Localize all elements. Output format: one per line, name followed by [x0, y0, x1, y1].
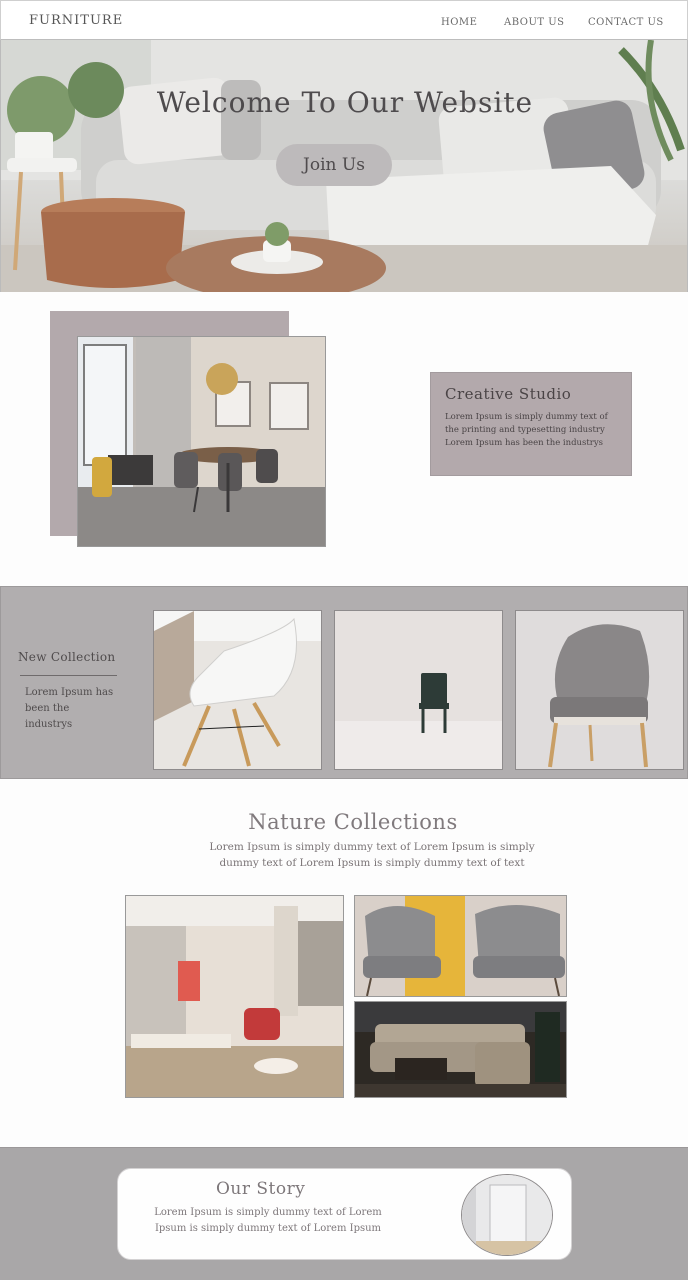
- sectional-sofa-photo[interactable]: [354, 1001, 567, 1098]
- nav-link-about-us[interactable]: ABOUT US: [504, 17, 565, 28]
- story-card: Our Story Lorem Ipsum is simply dummy te…: [117, 1168, 572, 1260]
- grey-armchair-photo[interactable]: [515, 610, 684, 770]
- nav-link-home[interactable]: HOME: [441, 17, 477, 28]
- story-title: Our Story: [216, 1179, 306, 1199]
- collection-title: New Collection: [18, 650, 116, 664]
- dining-room-photo: [77, 336, 326, 547]
- white-chair-photo[interactable]: [153, 610, 322, 770]
- nav-link-contact-us[interactable]: CONTACT US: [588, 17, 664, 28]
- studio-text: Lorem Ipsum is simply dummy text of the …: [445, 412, 608, 448]
- studio-title: Creative Studio: [445, 385, 572, 403]
- hero-banner: Welcome To Our Website Join Us: [0, 40, 688, 292]
- creative-studio-card: Creative Studio Lorem Ipsum is simply du…: [430, 372, 632, 476]
- new-collection-section: New Collection Lorem Ipsum has been the …: [0, 586, 688, 779]
- story-text: Lorem Ipsum is simply dummy text of Lore…: [154, 1207, 382, 1234]
- collection-text: Lorem Ipsum has been the industrys: [25, 687, 114, 730]
- our-story-section: Our Story Lorem Ipsum is simply dummy te…: [0, 1147, 688, 1280]
- top-nav: FURNITURE HOME ABOUT US CONTACT US: [0, 0, 688, 40]
- nature-title: Nature Collections: [248, 810, 458, 834]
- living-room-red-chair-photo[interactable]: [125, 895, 344, 1098]
- hallway-photo: [461, 1174, 553, 1256]
- armchairs-yellow-wall-photo[interactable]: [354, 895, 567, 997]
- brand-logo[interactable]: FURNITURE: [29, 13, 123, 28]
- hero-title: Welcome To Our Website: [156, 86, 534, 119]
- join-us-button[interactable]: Join Us: [276, 144, 392, 186]
- nature-text: Lorem Ipsum is simply dummy text of Lore…: [209, 841, 535, 869]
- divider: [20, 675, 117, 676]
- green-chair-photo[interactable]: [334, 610, 503, 770]
